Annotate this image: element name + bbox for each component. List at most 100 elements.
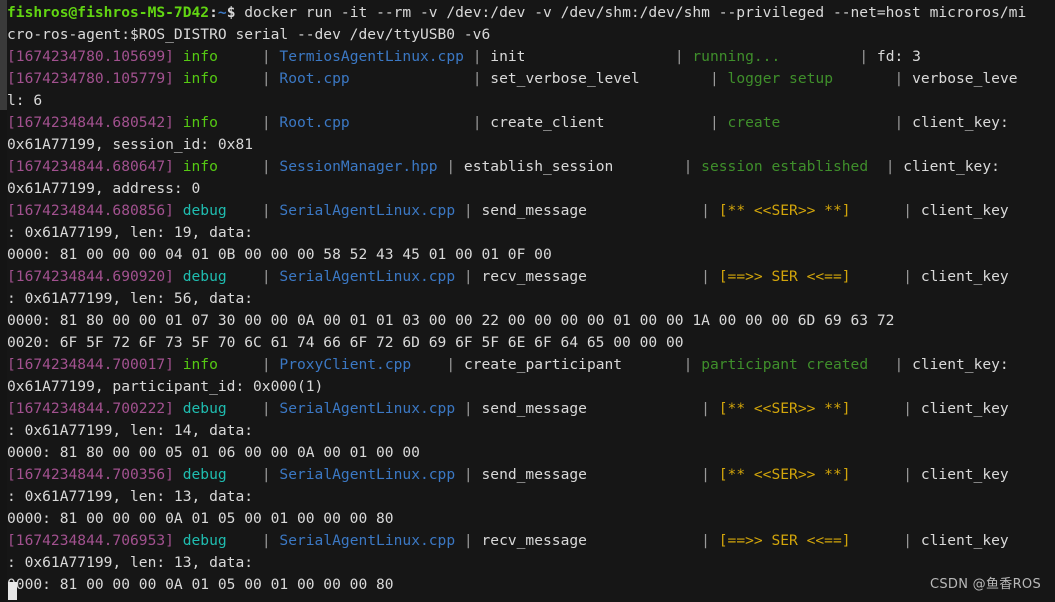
terminal-text-segment: | [455,202,482,219]
terminal-text-segment: ProxyClient.cpp [279,356,412,373]
terminal-text-segment: fishros@fishros-MS-7D42 [7,4,210,21]
terminal-text-segment: | [261,48,280,65]
terminal-text-segment: | [455,532,482,549]
terminal-text-segment: [** <<SER>> **] [718,202,851,219]
terminal-wrapped-line: 0x61A77199, address: 0 [7,178,1055,200]
terminal-text-segment: SessionManager.hpp [279,158,438,175]
terminal-text-segment: create_participant [463,356,623,373]
terminal-log-line: [1674234844.706953] debug | SerialAgentL… [7,530,1055,552]
scrollbar-track[interactable] [0,0,7,602]
terminal-text-segment: | [261,356,280,373]
terminal-text-segment: logger setup [727,70,833,87]
terminal-text-segment: 0000: 81 00 00 00 04 01 0B 00 00 00 58 5… [7,246,552,263]
terminal-text-segment: recv_message [481,532,587,549]
terminal-text-segment: docker run -it --rm -v /dev:/dev -v /dev… [235,4,1027,21]
terminal-text-segment: [==>> SER <<==] [718,268,851,285]
terminal-text-segment: | [261,532,280,549]
terminal-text-segment: SerialAgentLinux.cpp [279,268,456,285]
terminal-hexdump-line: 0000: 81 80 00 00 05 01 06 00 00 0A 00 0… [7,442,1055,464]
terminal-text-segment: participant created [701,356,869,373]
terminal-text-segment: [1674234844.680647] [7,158,174,175]
terminal-hexdump-line: 0020: 6F 5F 72 6F 73 5F 70 6C 61 74 66 6… [7,332,1055,354]
terminal-text-segment: | [472,114,491,131]
terminal-text-segment: verbose_leve [912,70,1018,87]
terminal-text-segment: | [455,268,482,285]
terminal-text-segment: | [701,466,719,483]
terminal-log-line: [1674234780.105699] info | TermiosAgentL… [7,46,1055,68]
terminal-text-segment: [1674234844.700356] [7,466,174,483]
terminal-text-segment: debug [182,532,227,549]
terminal-text-segment: cro-ros-agent:$ROS_DISTRO serial --dev /… [7,26,491,43]
terminal-text-segment: | [261,202,280,219]
terminal-text-segment: info [182,356,218,373]
terminal-text-segment: | [446,356,464,373]
terminal-log-line: [1674234844.680856] debug | SerialAgentL… [7,200,1055,222]
terminal-window[interactable]: fishros@fishros-MS-7D42:~$ docker run -i… [0,0,1055,602]
terminal-text-segment: | [709,114,728,131]
terminal-text-segment: SerialAgentLinux.cpp [279,532,456,549]
terminal-text-segment: Root.cpp [279,114,350,131]
terminal-text-segment: [1674234780.105699] [7,48,174,65]
terminal-hexdump-line: 0000: 81 00 00 00 0A 01 05 00 01 00 00 0… [7,574,1055,596]
terminal-text-segment: [1674234844.706953] [7,532,174,549]
terminal-text-segment: client_key [920,202,1009,219]
terminal-text-segment: l: 6 [7,92,43,109]
terminal-text-segment: 0020: 6F 5F 72 6F 73 5F 70 6C 61 74 66 6… [7,334,684,351]
terminal-text-segment: client_key: [912,114,1009,131]
terminal-text-segment: Root.cpp [279,70,350,87]
terminal-wrapped-line: l: 6 [7,90,1055,112]
terminal-text-segment: | [674,48,693,65]
terminal-wrapped-line: 0x61A77199, session_id: 0x81 [7,134,1055,156]
terminal-text-segment: set_verbose_level [490,70,640,87]
terminal-text-segment: | [261,158,280,175]
terminal-text-segment: [1674234844.680542] [7,114,174,131]
terminal-text-segment: info [182,114,218,131]
scrollbar-thumb[interactable] [0,0,7,110]
terminal-text-segment: client_key [920,532,1009,549]
terminal-text-segment: | [903,466,921,483]
terminal-text-segment: 0x61A77199, session_id: 0x81 [7,136,254,153]
terminal-text-segment: [1674234844.680856] [7,202,174,219]
terminal-text-segment: 0000: 81 80 00 00 05 01 06 00 00 0A 00 0… [7,444,420,461]
terminal-wrapped-line: : 0x61A77199, len: 14, data: [7,420,1055,442]
terminal-text-segment: | [885,158,904,175]
terminal-text-segment: | [701,400,719,417]
terminal-text-segment: : 0x61A77199, len: 19, data: [7,224,254,241]
terminal-text-segment: 0000: 81 80 00 00 01 07 30 00 00 0A 00 0… [7,312,895,329]
terminal-text-segment: client_key: [912,356,1009,373]
terminal-text-segment: | [455,466,482,483]
terminal-text-segment: SerialAgentLinux.cpp [279,400,456,417]
terminal-text-segment: debug [182,400,227,417]
terminal-wrapped-line: : 0x61A77199, len: 19, data: [7,222,1055,244]
terminal-text-segment: [==>> SER <<==] [718,532,851,549]
terminal-hexdump-line: 0000: 81 00 00 00 04 01 0B 00 00 00 58 5… [7,244,1055,266]
terminal-text-segment: : 0x61A77199, len: 13, data: [7,488,254,505]
terminal-text-segment: send_message [481,202,587,219]
terminal-screen[interactable]: fishros@fishros-MS-7D42:~$ docker run -i… [7,2,1055,602]
terminal-text-segment: SerialAgentLinux.cpp [279,466,456,483]
terminal-log-line: [1674234844.700356] debug | SerialAgentL… [7,464,1055,486]
